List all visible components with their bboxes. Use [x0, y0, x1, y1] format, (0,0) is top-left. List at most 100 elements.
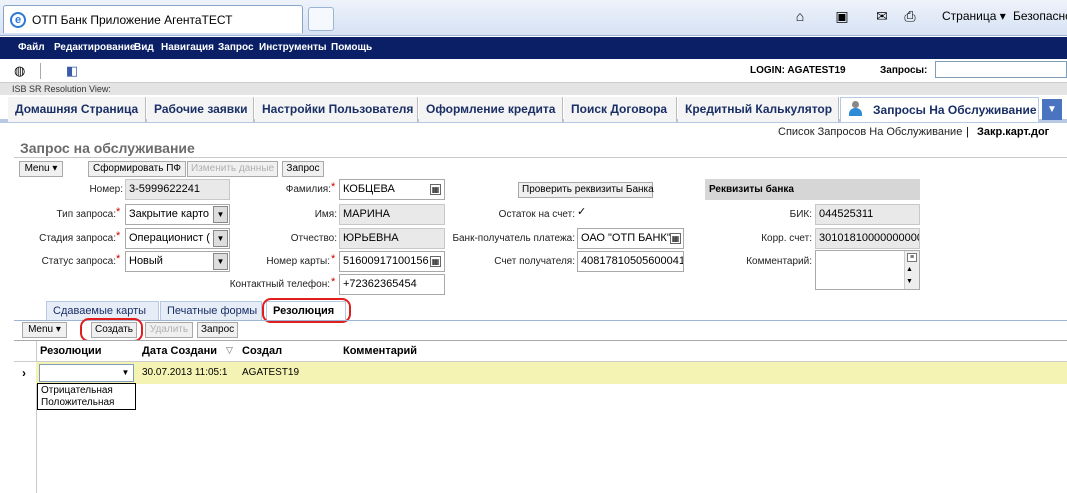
bik-field: 044525311 — [815, 204, 920, 225]
view-title: ISB SR Resolution View: — [0, 83, 1067, 95]
option-negative[interactable]: Отрицательная — [39, 385, 113, 397]
login-label: LOGIN: AGATEST19 — [750, 65, 846, 76]
number-label: Номер: — [89, 184, 123, 195]
more-tabs-button[interactable]: ▼ — [1042, 99, 1062, 120]
browser-tab[interactable]: e ОТП Банк Приложение АгентаТЕСТ — [3, 5, 303, 33]
tab-user-settings[interactable]: Настройки Пользователя — [255, 97, 418, 122]
ie-icon: e — [10, 12, 26, 28]
type-label: Тип запроса: — [56, 209, 116, 220]
column-header-comment[interactable]: Комментарий — [343, 345, 417, 357]
breadcrumb-current: Закр.карт.дог — [977, 126, 1050, 138]
generate-pf-button[interactable]: Сформировать ПФ — [88, 161, 186, 177]
chevron-down-icon[interactable]: ▼ — [118, 365, 133, 381]
tab-print-forms[interactable]: Печатные формы — [160, 301, 262, 320]
requests-search-input[interactable] — [935, 61, 1067, 78]
balance-checkbox[interactable]: ✓ — [577, 207, 588, 218]
status-label: Статус запроса: — [41, 256, 116, 267]
tab-service-requests[interactable]: Запросы На Обслуживание — [840, 97, 1039, 122]
highlight-annotation — [80, 318, 143, 342]
menu-request[interactable]: Запрос — [218, 42, 254, 53]
patronymic-field: ЮРЬЕВНА — [339, 228, 445, 249]
app-menubar: Файл Редактирование Вид Навигация Запрос… — [0, 37, 1067, 59]
expand-icon[interactable]: ≡ — [907, 253, 917, 262]
payee-bank-label: Банк-получатель платежа: — [452, 233, 575, 244]
read-mail-icon[interactable]: ✉ — [872, 7, 892, 25]
tab-contract-search[interactable]: Поиск Договора — [564, 97, 677, 122]
resolution-dropdown-list: Отрицательная Положительная — [37, 383, 136, 410]
menu-edit[interactable]: Редактирование — [54, 42, 135, 53]
tab-home[interactable]: Домашняя Страница — [8, 97, 146, 122]
comment-scrollbar[interactable]: ≡ ▲ ▼ — [904, 251, 919, 289]
surname-label: Фамилия: — [285, 184, 331, 195]
scroll-up-icon[interactable]: ▲ — [906, 266, 913, 273]
required-mark: * — [116, 253, 121, 265]
tab-credit-calculator[interactable]: Кредитный Калькулятор — [678, 97, 839, 122]
required-mark: * — [331, 253, 336, 265]
change-data-button[interactable]: Изменить данные — [187, 161, 278, 177]
comment-label: Комментарий: — [746, 256, 812, 267]
phone-field[interactable]: +72362365454 — [339, 274, 445, 295]
browser-tab-title: ОТП Банк Приложение АгентаТЕСТ — [32, 13, 233, 27]
page-menu[interactable]: Страница ▾ — [942, 9, 1006, 23]
safety-menu[interactable]: Безопасно — [1013, 9, 1067, 23]
phone-label: Контактный телефон: — [229, 279, 330, 290]
app-icon[interactable]: ◧ — [66, 63, 78, 79]
tabs-divider — [14, 320, 1067, 321]
menu-file[interactable]: Файл — [18, 42, 45, 53]
requests-label: Запросы: — [880, 65, 928, 76]
stage-label: Стадия запроса: — [39, 233, 116, 244]
row-selected-icon: › — [22, 366, 26, 380]
required-mark: * — [331, 181, 336, 193]
scroll-down-icon[interactable]: ▼ — [906, 278, 913, 285]
picker-icon[interactable]: ▦ — [430, 256, 441, 267]
picker-icon[interactable]: ▦ — [430, 184, 441, 195]
card-label: Номер карты: — [266, 256, 330, 267]
bik-label: БИК: — [789, 209, 812, 220]
payee-account-field[interactable]: 40817810505600041 — [577, 251, 684, 272]
picker-icon[interactable]: ▦ — [670, 233, 681, 244]
toolbar-divider — [40, 63, 41, 79]
menu-help[interactable]: Помощь — [331, 42, 372, 53]
balance-label: Остаток на счет: — [498, 209, 575, 220]
chevron-down-icon[interactable]: ▼ — [213, 230, 228, 247]
tab-credit[interactable]: Оформление кредита — [419, 97, 563, 122]
chevron-down-icon[interactable]: ▼ — [213, 206, 228, 223]
print-icon[interactable]: ⎙ — [900, 7, 920, 25]
required-mark: * — [331, 276, 336, 288]
delete-button[interactable]: Удалить — [145, 322, 193, 338]
form-divider — [14, 157, 1067, 158]
cell-date: 30.07.2013 11:05:1 — [142, 367, 228, 378]
globe-icon[interactable]: ◍ — [14, 63, 25, 79]
breadcrumb-list-link[interactable]: Список Запросов На Обслуживание — [778, 126, 962, 138]
payee-account-label: Счет получателя: — [494, 256, 575, 267]
option-positive[interactable]: Положительная — [39, 397, 114, 409]
sort-icon[interactable]: ▽ — [226, 345, 233, 356]
feeds-icon[interactable]: ▣ — [832, 7, 852, 25]
chevron-down-icon[interactable]: ▼ — [213, 253, 228, 270]
required-mark: * — [116, 230, 121, 242]
cell-creator: AGATEST19 — [242, 367, 300, 378]
breadcrumb-separator: | — [966, 126, 969, 138]
menu-tools[interactable]: Инструменты — [259, 42, 327, 53]
tab-work-requests[interactable]: Рабочие заявки — [147, 97, 254, 122]
screen-tabs: Домашняя Страница Рабочие заявки Настрой… — [0, 96, 1067, 123]
home-icon[interactable]: ⌂ — [790, 7, 810, 25]
column-header-date[interactable]: Дата Создани — [142, 345, 222, 357]
patronymic-label: Отчество: — [290, 233, 337, 244]
form-menu-button[interactable]: Menu ▾ — [19, 161, 63, 177]
check-bank-button[interactable]: Проверить реквизиты Банка — [518, 182, 654, 198]
payee-bank-field[interactable]: ОАО "ОТП БАНК" — [577, 228, 684, 249]
required-mark: * — [116, 206, 121, 218]
grid-menu-button[interactable]: Menu ▾ — [22, 322, 67, 338]
user-icon — [849, 101, 862, 116]
new-tab-button[interactable] — [308, 7, 334, 31]
form-request-button[interactable]: Запрос — [282, 161, 324, 177]
corr-account-label: Корр. счет: — [761, 233, 812, 244]
column-header-creator[interactable]: Создал — [242, 345, 282, 357]
resolution-select[interactable]: ▼ — [39, 364, 134, 382]
grid-request-button[interactable]: Запрос — [197, 322, 238, 338]
menu-navigation[interactable]: Навигация — [161, 42, 214, 53]
name-field: МАРИНА — [339, 204, 445, 225]
menu-view[interactable]: Вид — [134, 42, 154, 53]
column-header-resolution[interactable]: Резолюции — [40, 345, 102, 357]
